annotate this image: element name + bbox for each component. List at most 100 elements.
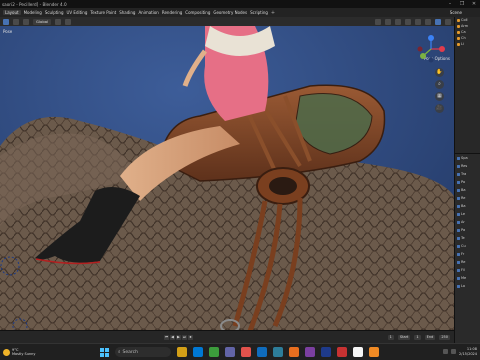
jump-start-icon[interactable]: ⏮ [164, 334, 169, 340]
property-row[interactable]: Re [455, 194, 480, 202]
cursor-tool-icon[interactable] [23, 18, 29, 25]
checkbox-icon[interactable] [457, 180, 460, 184]
file-explorer-icon[interactable] [177, 347, 187, 357]
edge-icon[interactable] [193, 347, 203, 357]
tab-scripting[interactable]: Scripting [250, 10, 268, 15]
checkbox-icon[interactable] [457, 244, 460, 248]
checkbox-icon[interactable] [457, 276, 460, 280]
xray-icon[interactable] [405, 18, 411, 25]
property-row[interactable]: Lo [455, 282, 480, 290]
close-button[interactable]: ✕ [468, 1, 480, 7]
checkbox-icon[interactable] [457, 284, 460, 288]
add-workspace-button[interactable]: + [271, 10, 275, 16]
volume-icon[interactable] [451, 349, 457, 354]
editor-type-icon[interactable] [3, 18, 9, 25]
clock[interactable]: 11:08 2/15/2024 [459, 347, 477, 356]
app-icon[interactable] [257, 347, 267, 357]
windows-start-icon[interactable] [100, 347, 109, 357]
tab-sculpting[interactable]: Sculpting [45, 10, 64, 15]
checkbox-icon[interactable] [457, 204, 460, 208]
app-icon[interactable] [353, 347, 363, 357]
property-row[interactable]: Tra [455, 170, 480, 178]
visibility-icon[interactable] [375, 18, 381, 25]
tab-layout[interactable]: Layout [3, 10, 21, 15]
play-icon[interactable]: ▶ [176, 334, 181, 340]
zoom-icon[interactable]: ⌕ [435, 80, 444, 89]
tab-uv-editing[interactable]: UV Editing [67, 10, 88, 15]
app-icon[interactable] [337, 347, 347, 357]
camera-view-icon[interactable]: 🎥 [435, 104, 444, 113]
minimize-button[interactable]: – [444, 1, 456, 7]
tab-shading[interactable]: Shading [119, 10, 135, 15]
checkbox-icon[interactable] [457, 156, 460, 160]
property-label: Res [461, 164, 468, 168]
weather-widget[interactable]: 9°C Mostly Sunny [3, 348, 35, 356]
property-row[interactable]: Pa [455, 226, 480, 234]
pan-icon[interactable]: ✋ [435, 68, 444, 77]
tab-modeling[interactable]: Modeling [24, 10, 42, 15]
snap-icon[interactable] [65, 18, 72, 25]
start-frame-field[interactable]: 1 [414, 334, 421, 340]
checkbox-icon[interactable] [457, 196, 460, 200]
taskbar-search[interactable]: ⌕ Search [115, 347, 171, 357]
photoshop-icon[interactable] [321, 347, 331, 357]
end-frame-field[interactable]: 250 [439, 334, 450, 340]
tab-compositing[interactable]: Compositing [185, 10, 210, 15]
property-row[interactable]: Po [455, 178, 480, 186]
app-icon[interactable] [273, 347, 283, 357]
shading-render-icon[interactable] [445, 18, 451, 25]
current-frame-field[interactable]: 1 [387, 334, 394, 340]
checkbox-icon[interactable] [457, 252, 460, 256]
tab-animation[interactable]: Animation [138, 10, 158, 15]
checkbox-icon[interactable] [457, 260, 460, 264]
property-row[interactable]: Le [455, 210, 480, 218]
app-icon[interactable] [241, 347, 251, 357]
shading-material-icon[interactable] [435, 18, 441, 25]
tab-rendering[interactable]: Rendering [162, 10, 182, 15]
checkbox-icon[interactable] [457, 268, 460, 272]
tab-texture-paint[interactable]: Texture Paint [90, 10, 116, 15]
overlay-toggle-icon[interactable] [395, 18, 401, 25]
property-row[interactable]: Fr [455, 250, 480, 258]
jump-end-icon[interactable]: ⏭ [182, 334, 187, 340]
pivot-icon[interactable] [55, 18, 62, 25]
navigation-gizmo[interactable] [416, 34, 446, 64]
property-row[interactable]: Ar [455, 218, 480, 226]
select-tool-icon[interactable] [13, 18, 19, 25]
checkbox-icon[interactable] [457, 220, 460, 224]
3d-viewport[interactable]: Pose Pose Options ✋ ⌕ ▦ 🎥 [0, 26, 454, 343]
checkbox-icon[interactable] [457, 172, 460, 176]
checkbox-icon[interactable] [457, 164, 460, 168]
property-row[interactable]: Ba [455, 186, 480, 194]
checkbox-icon[interactable] [457, 236, 460, 240]
outliner-row-label: Coll [461, 18, 468, 22]
stop-icon[interactable]: ⏹ [188, 334, 193, 340]
gizmo-toggle-icon[interactable] [385, 18, 391, 25]
scene-selector[interactable]: Scene [450, 10, 462, 15]
app-icon[interactable] [305, 347, 315, 357]
teams-icon[interactable] [225, 347, 235, 357]
property-row[interactable]: Ba [455, 202, 480, 210]
checkbox-icon[interactable] [457, 188, 460, 192]
checkbox-icon[interactable] [457, 228, 460, 232]
tab-geometry-nodes[interactable]: Geometry Nodes [213, 10, 247, 15]
property-row[interactable]: Res [455, 162, 480, 170]
wifi-icon[interactable] [443, 349, 449, 354]
play-reverse-icon[interactable]: ◀ [170, 334, 175, 340]
blender-icon[interactable] [289, 347, 299, 357]
illustrator-icon[interactable] [369, 347, 379, 357]
checkbox-icon[interactable] [457, 212, 460, 216]
shading-wire-icon[interactable] [415, 18, 421, 25]
maximize-button[interactable]: ❐ [456, 1, 468, 7]
transform-orientation-dropdown[interactable]: Global [33, 18, 52, 25]
shading-solid-icon[interactable] [425, 18, 431, 25]
ortho-toggle-icon[interactable]: ▦ [435, 92, 444, 101]
store-icon[interactable] [209, 347, 219, 357]
property-row[interactable]: Cu [455, 242, 480, 250]
property-row[interactable]: Spa [455, 154, 480, 162]
outliner-row[interactable]: Li [455, 41, 480, 47]
property-row[interactable]: Fil [455, 266, 480, 274]
property-row[interactable]: Me [455, 274, 480, 282]
property-row[interactable]: Te [455, 234, 480, 242]
property-row[interactable]: Re [455, 258, 480, 266]
